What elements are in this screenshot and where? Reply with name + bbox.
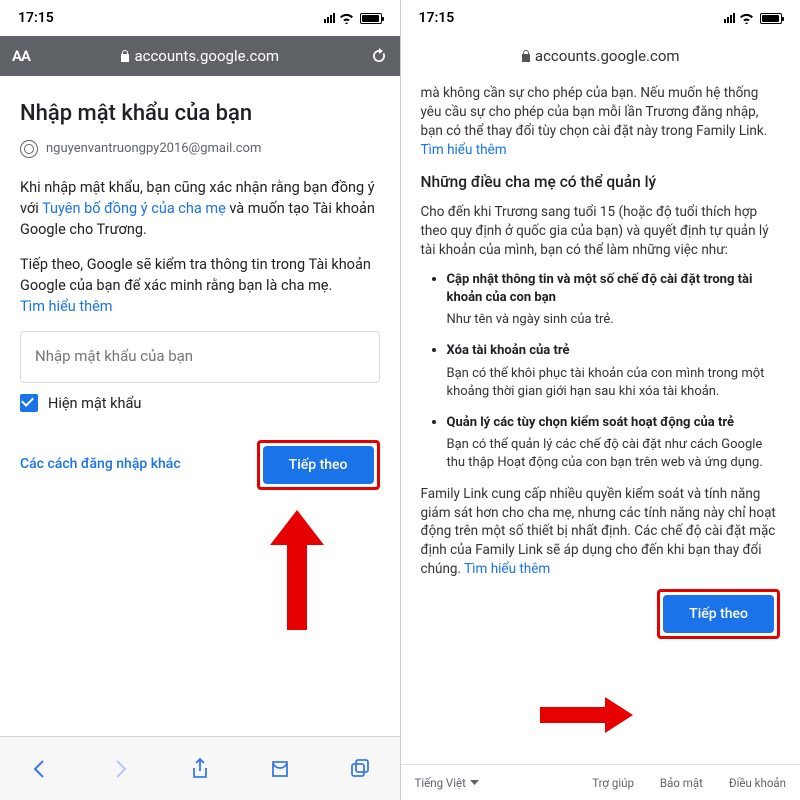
text-size-button[interactable]: AA bbox=[12, 47, 30, 65]
status-bar: 17:15 bbox=[0, 0, 400, 36]
age-paragraph: Cho đến khi Trương sang tuổi 15 (hoặc độ… bbox=[421, 203, 781, 260]
consent-paragraph: Khi nhập mật khẩu, bạn cũng xác nhận rằn… bbox=[20, 177, 380, 240]
list-item: Cập nhật thông tin và một số chế độ cài … bbox=[447, 270, 781, 330]
bullet-list: Cập nhật thông tin và một số chế độ cài … bbox=[421, 270, 781, 473]
status-time: 17:15 bbox=[419, 10, 455, 26]
address-bar[interactable]: AA accounts.google.com bbox=[0, 36, 400, 76]
back-icon[interactable] bbox=[29, 758, 51, 780]
tabs-icon[interactable] bbox=[349, 758, 371, 780]
highlight-box: Tiếp theo bbox=[657, 589, 780, 639]
password-input[interactable]: Nhập mật khẩu của bạn bbox=[20, 331, 380, 383]
footer: Tiếng Việt Trợ giúp Bảo mật Điều khoản bbox=[401, 764, 800, 800]
section-heading: Những điều cha mẹ có thể quản lý bbox=[421, 172, 781, 194]
url-display[interactable]: accounts.google.com bbox=[38, 47, 361, 65]
learn-more-link[interactable]: Tìm hiểu thêm bbox=[464, 561, 550, 577]
signal-icon bbox=[724, 13, 735, 23]
url-display[interactable]: accounts.google.com bbox=[413, 47, 789, 65]
lock-icon bbox=[521, 50, 531, 62]
status-icons bbox=[724, 13, 782, 24]
learn-more-link[interactable]: Tìm hiểu thêm bbox=[20, 298, 112, 315]
status-time: 17:15 bbox=[18, 10, 54, 26]
share-icon[interactable] bbox=[189, 758, 211, 780]
avatar-icon bbox=[20, 140, 38, 158]
wifi-icon bbox=[739, 13, 754, 24]
learn-more-link[interactable]: Tìm hiểu thêm bbox=[421, 142, 507, 158]
forward-icon[interactable] bbox=[109, 758, 131, 780]
safari-toolbar bbox=[0, 736, 400, 800]
next-button[interactable]: Tiếp theo bbox=[263, 446, 374, 484]
show-password-label: Hiện mật khẩu bbox=[48, 393, 141, 414]
page-title: Nhập mật khẩu của bạn bbox=[20, 98, 380, 130]
help-link[interactable]: Trợ giúp bbox=[592, 776, 634, 790]
refresh-icon[interactable] bbox=[370, 47, 388, 65]
wifi-icon bbox=[339, 13, 354, 24]
signal-icon bbox=[324, 13, 335, 23]
show-password-checkbox[interactable] bbox=[20, 394, 38, 412]
terms-link[interactable]: Điều khoản bbox=[729, 776, 786, 790]
bookmarks-icon[interactable] bbox=[269, 758, 291, 780]
chevron-down-icon bbox=[470, 780, 479, 786]
language-dropdown[interactable]: Tiếng Việt bbox=[415, 776, 479, 790]
parental-consent-link[interactable]: Tuyên bố đồng ý của cha mẹ bbox=[42, 200, 226, 217]
intro-paragraph: mà không cần sự cho phép của bạn. Nếu mu… bbox=[421, 84, 781, 160]
address-bar[interactable]: accounts.google.com bbox=[401, 36, 800, 76]
battery-icon bbox=[760, 13, 782, 24]
highlight-box: Tiếp theo bbox=[257, 440, 380, 490]
list-item: Quản lý các tùy chọn kiểm soát hoạt động… bbox=[447, 413, 781, 473]
status-bar: 17:15 bbox=[401, 0, 800, 36]
list-item: Xóa tài khoản của trẻBạn có thể khôi phụ… bbox=[447, 341, 781, 401]
account-chip[interactable]: nguyenvantruongpy2016@gmail.com bbox=[20, 140, 380, 159]
battery-icon bbox=[360, 13, 382, 24]
family-link-paragraph: Family Link cung cấp nhiều quyền kiểm so… bbox=[421, 485, 781, 579]
account-email: nguyenvantruongpy2016@gmail.com bbox=[46, 140, 261, 159]
verify-paragraph: Tiếp theo, Google sẽ kiểm tra thông tin … bbox=[20, 254, 380, 317]
privacy-link[interactable]: Bảo mật bbox=[660, 776, 703, 790]
alt-signin-link[interactable]: Các cách đăng nhập khác bbox=[20, 454, 181, 474]
next-button[interactable]: Tiếp theo bbox=[663, 595, 774, 633]
status-icons bbox=[324, 13, 382, 24]
show-password-row[interactable]: Hiện mật khẩu bbox=[20, 393, 380, 414]
lock-icon bbox=[120, 50, 130, 62]
